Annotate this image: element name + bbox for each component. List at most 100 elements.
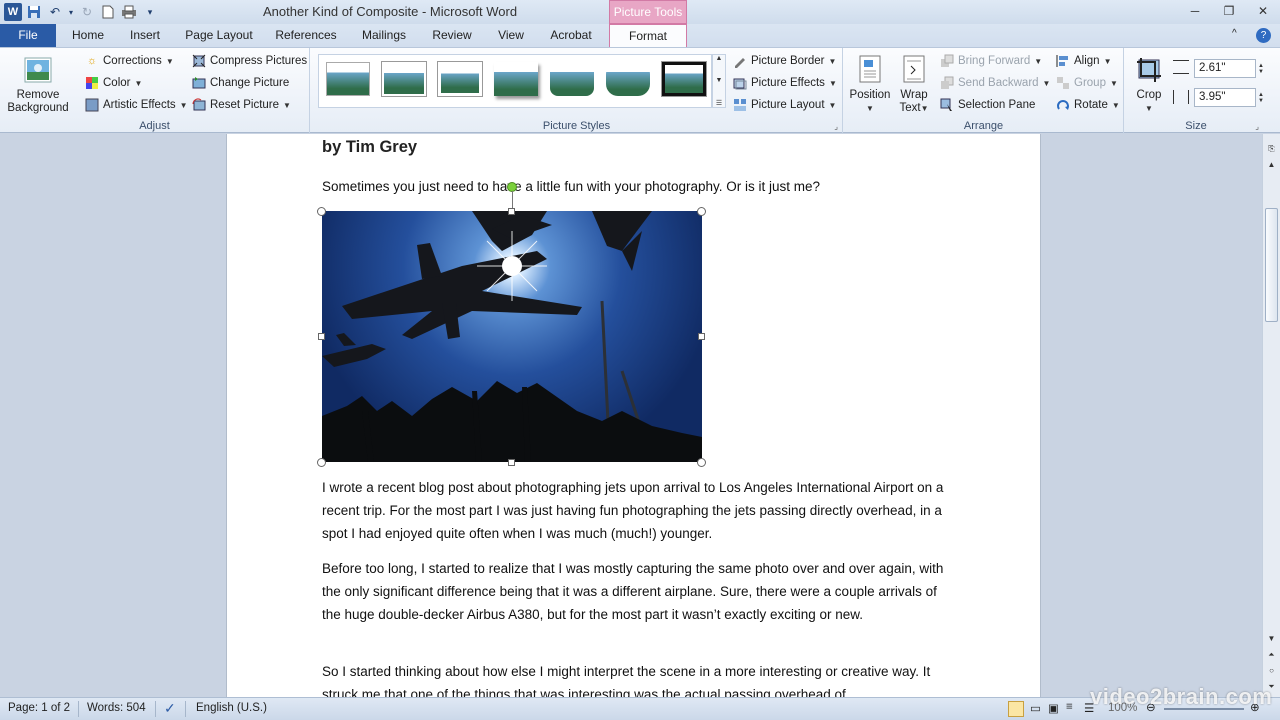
change-picture-label: Change Picture [210, 77, 290, 89]
document-area[interactable]: by Tim Grey Sometimes you just need to h… [0, 134, 1262, 697]
corrections-button[interactable]: ☼ Corrections ▼ [85, 54, 174, 68]
shape-width-input[interactable]: 3.95" [1194, 88, 1256, 107]
tab-references[interactable]: References [272, 24, 340, 47]
document-page[interactable]: by Tim Grey Sometimes you just need to h… [226, 134, 1041, 697]
align-button[interactable]: Align ▼ [1056, 54, 1112, 68]
position-button[interactable]: Position ▼ [848, 54, 892, 115]
resize-handle-bottom-right[interactable] [697, 458, 706, 467]
tab-page-layout[interactable]: Page Layout [182, 24, 256, 47]
resize-handle-top[interactable] [508, 208, 515, 215]
customize-toolbar-icon[interactable]: ▾ [141, 3, 159, 21]
picture-style-4[interactable] [494, 62, 538, 96]
page-count[interactable]: Page: 1 of 2 [8, 702, 70, 714]
print-icon[interactable] [120, 3, 138, 21]
tab-insert[interactable]: Insert [124, 24, 166, 47]
proofing-icon[interactable]: ✓ [164, 700, 176, 717]
tab-review[interactable]: Review [428, 24, 476, 47]
undo-dropdown-icon[interactable]: ▾ [67, 3, 75, 21]
remove-background-button[interactable]: Remove Background [5, 54, 71, 115]
tab-mailings[interactable]: Mailings [356, 24, 412, 47]
word-app-icon[interactable]: W [4, 3, 22, 21]
compress-pictures-label: Compress Pictures [210, 55, 308, 67]
tab-acrobat[interactable]: Acrobat [545, 24, 597, 47]
picture-style-7[interactable] [661, 61, 707, 97]
picture-style-1[interactable] [326, 62, 370, 96]
dialog-launcher-icon[interactable]: ⌟ [1255, 122, 1259, 131]
resize-handle-left[interactable] [318, 333, 325, 340]
tab-view[interactable]: View [492, 24, 530, 47]
shape-height-input[interactable]: 2.61" [1194, 59, 1256, 78]
outline-view-icon[interactable]: ≡ [1066, 701, 1073, 713]
gallery-scroll[interactable]: ▲ ▼ ☰ [712, 54, 726, 108]
wrap-text-label-1: Wrap [900, 89, 928, 101]
ruler-toggle-icon[interactable]: ⎘ [1265, 142, 1278, 156]
gallery-up-icon[interactable]: ▲ [716, 55, 723, 62]
color-button[interactable]: Color ▼ [85, 76, 142, 90]
tab-file[interactable]: File [0, 24, 56, 47]
reset-picture-button[interactable]: Reset Picture ▼ [192, 98, 291, 112]
resize-handle-bottom-left[interactable] [317, 458, 326, 467]
selected-picture[interactable] [322, 211, 702, 462]
picture-style-3[interactable] [438, 62, 482, 96]
compress-pictures-button[interactable]: Compress Pictures [192, 54, 307, 68]
bring-forward-label: Bring Forward [958, 55, 1031, 67]
status-bar: Page: 1 of 2 Words: 504 ✓ English (U.S.)… [0, 697, 1280, 720]
scroll-down-icon[interactable]: ▼ [1265, 632, 1278, 646]
picture-border-button[interactable]: Picture Border ▼ [733, 54, 836, 68]
selection-pane-button[interactable]: Selection Pane [940, 98, 1035, 112]
artistic-effects-button[interactable]: Artistic Effects ▼ [85, 98, 188, 112]
tab-format[interactable]: Format [609, 24, 687, 47]
paragraph-2[interactable]: I wrote a recent blog post about photogr… [322, 476, 952, 545]
size-group: Crop ▼ 2.61" ▲ ▼ 3.95" ▲ ▼ Size ⌟ [1125, 48, 1267, 134]
redo-icon[interactable]: ↻ [78, 3, 96, 21]
language[interactable]: English (U.S.) [196, 702, 267, 714]
restore-icon[interactable]: ❐ [1212, 0, 1246, 22]
full-screen-reading-icon[interactable]: ▭ [1030, 701, 1041, 715]
send-backward-button[interactable]: Send Backward ▼ [940, 76, 1050, 90]
tab-home[interactable]: Home [66, 24, 110, 47]
bring-forward-button[interactable]: Bring Forward ▼ [940, 54, 1042, 68]
previous-page-icon[interactable]: ⏶ [1265, 648, 1278, 662]
close-icon[interactable]: ✕ [1246, 0, 1280, 22]
gallery-down-icon[interactable]: ▼ [716, 77, 723, 84]
gallery-more-icon[interactable]: ☰ [716, 99, 722, 107]
crop-button[interactable]: Crop ▼ [1129, 54, 1169, 115]
width-spinner[interactable]: ▲ ▼ [1258, 88, 1268, 107]
picture-style-5[interactable] [550, 62, 594, 96]
undo-icon[interactable]: ↶ [46, 3, 64, 21]
artistic-effects-icon [85, 98, 99, 112]
resize-handle-bottom[interactable] [508, 459, 515, 466]
picture-effects-button[interactable]: Picture Effects ▼ [733, 76, 837, 90]
minimize-icon[interactable]: ─ [1178, 0, 1212, 22]
change-picture-button[interactable]: Change Picture [192, 76, 289, 90]
picture-style-2[interactable] [382, 62, 426, 96]
picture-layout-button[interactable]: Picture Layout ▼ [733, 98, 836, 112]
wrap-text-button[interactable]: Wrap Text▼ [894, 54, 934, 115]
resize-handle-top-left[interactable] [317, 207, 326, 216]
rotate-button[interactable]: Rotate ▼ [1056, 98, 1120, 112]
new-document-icon[interactable] [99, 3, 117, 21]
scroll-up-icon[interactable]: ▲ [1265, 158, 1278, 172]
help-icon[interactable]: ? [1256, 28, 1271, 43]
word-count[interactable]: Words: 504 [87, 702, 146, 714]
wrap-text-icon [903, 55, 925, 83]
shape-height-icon [1173, 60, 1189, 74]
scrollbar-thumb[interactable] [1265, 208, 1278, 322]
resize-handle-top-right[interactable] [697, 207, 706, 216]
picture-style-6[interactable] [606, 62, 650, 96]
resize-handle-right[interactable] [698, 333, 705, 340]
vertical-scrollbar[interactable]: ⎘ ▲ ▼ ⏶ ○ ⏷ [1262, 134, 1280, 697]
dialog-launcher-icon[interactable]: ⌟ [834, 122, 838, 131]
chevron-down-icon: ▼ [1145, 104, 1153, 113]
minimize-ribbon-icon[interactable]: ^ [1232, 28, 1237, 39]
group-button[interactable]: Group ▼ [1056, 76, 1118, 90]
print-layout-view-icon[interactable] [1008, 701, 1024, 717]
paragraph-4[interactable]: So I started thinking about how else I m… [322, 660, 952, 697]
paragraph-3[interactable]: Before too long, I started to realize th… [322, 557, 952, 626]
paragraph-1[interactable]: Sometimes you just need to have a little… [322, 175, 952, 198]
save-icon[interactable] [25, 3, 43, 21]
browse-object-icon[interactable]: ○ [1265, 664, 1278, 678]
web-layout-icon[interactable]: ▣ [1048, 701, 1059, 715]
arrange-group-label: Arrange [963, 120, 1004, 132]
height-spinner[interactable]: ▲ ▼ [1258, 59, 1268, 78]
